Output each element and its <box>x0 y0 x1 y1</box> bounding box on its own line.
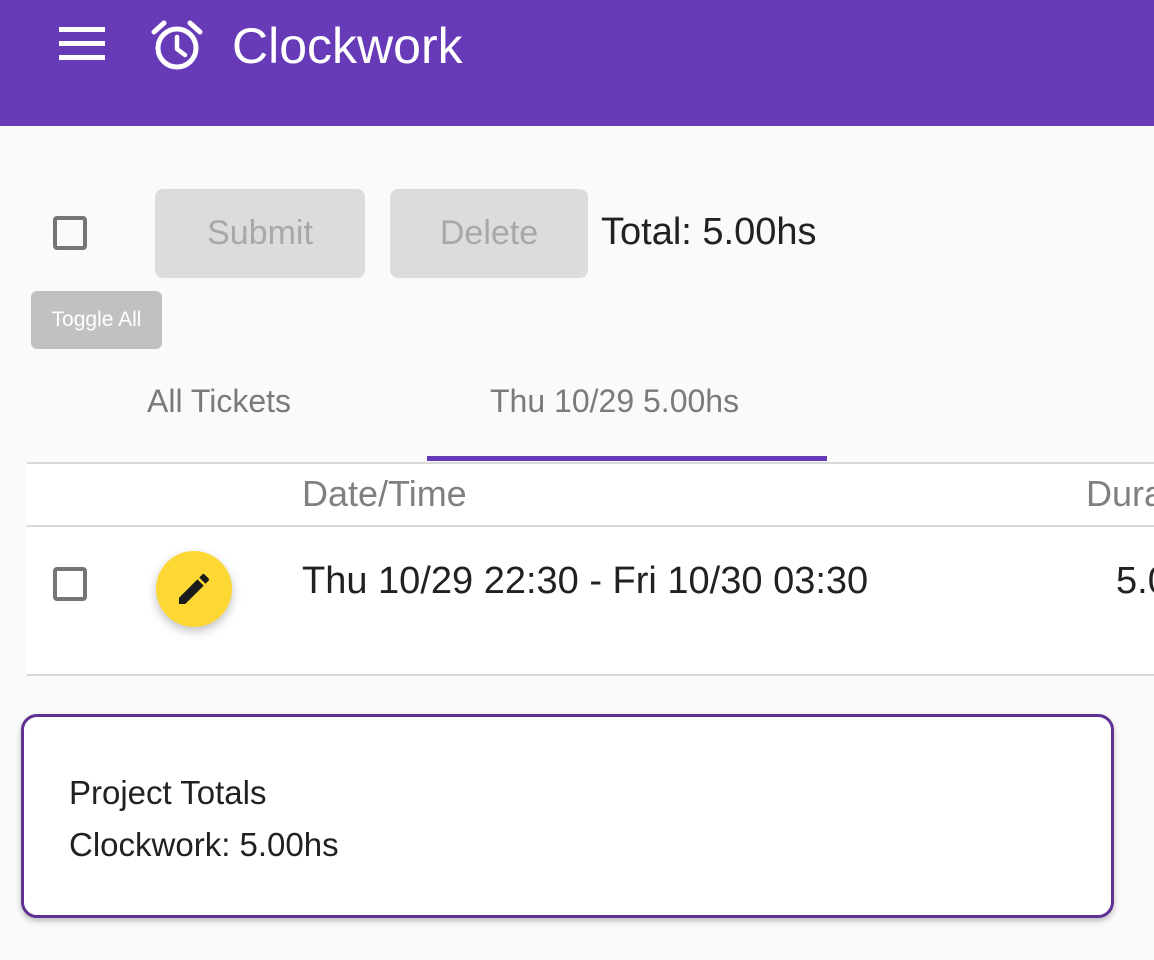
tab-all-tickets[interactable]: All Tickets <box>147 381 291 421</box>
project-totals-card: Project Totals Clockwork: 5.00hs <box>21 714 1114 918</box>
total-hours: Total: 5.00hs <box>601 211 817 253</box>
alarm-clock-icon <box>150 18 204 72</box>
column-header-duration: Dura <box>1086 473 1154 514</box>
project-total-clockwork: Clockwork: 5.00hs <box>69 826 339 863</box>
active-tab-indicator <box>427 456 827 461</box>
row-checkbox[interactable] <box>53 567 87 601</box>
column-header-datetime: Date/Time <box>302 473 467 514</box>
submit-button[interactable]: Submit <box>155 189 365 278</box>
app-title: Clockwork <box>232 18 463 74</box>
header-divider <box>27 525 1154 527</box>
tab-thu-10-29[interactable]: Thu 10/29 5.00hs <box>490 381 739 421</box>
row-datetime: Thu 10/29 22:30 - Fri 10/30 03:30 <box>302 560 869 602</box>
app-bar: Clockwork <box>0 0 1154 126</box>
select-all-checkbox[interactable] <box>53 216 87 250</box>
row-duration: 5.0 <box>1116 560 1154 602</box>
project-totals-heading: Project Totals <box>69 774 267 811</box>
toggle-all-button[interactable]: Toggle All <box>31 291 162 349</box>
pencil-icon <box>179 573 210 604</box>
delete-button[interactable]: Delete <box>390 189 588 278</box>
edit-button[interactable] <box>156 551 232 627</box>
menu-icon[interactable] <box>59 27 105 61</box>
tickets-table: Date/Time Dura Thu 10/29 22:30 - Fri 10/… <box>27 462 1154 676</box>
